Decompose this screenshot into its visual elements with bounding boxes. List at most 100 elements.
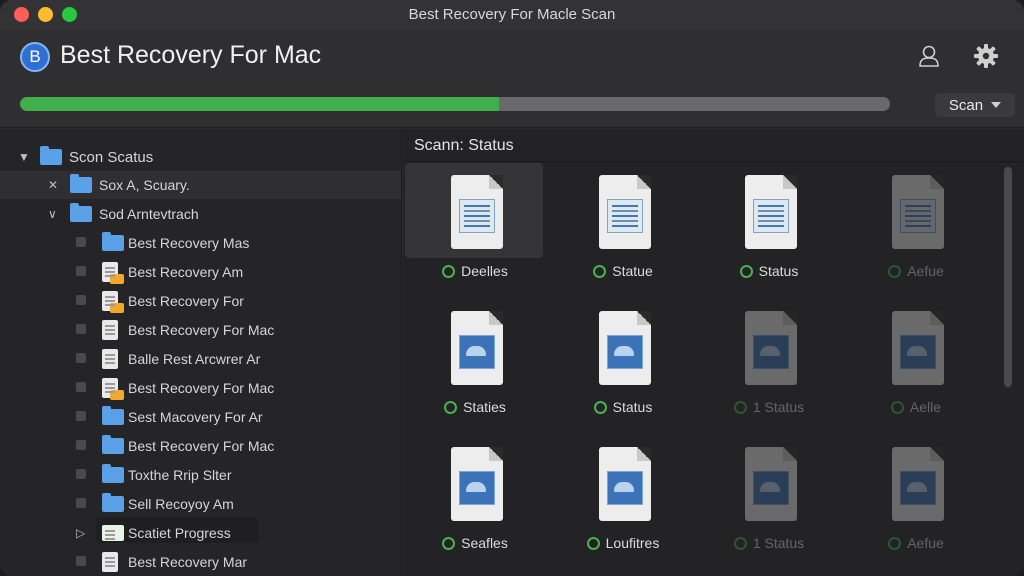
scan-dropdown-button[interactable]: Scan: [935, 93, 1015, 117]
disclosure-triangle-icon[interactable]: ∨: [48, 207, 57, 221]
tree-bullet-icon: [76, 410, 86, 424]
sidebar-item-label: Best Recovery For Mac: [128, 380, 275, 396]
tree-bullet-icon: [76, 555, 86, 569]
results-scrollbar[interactable]: [1004, 167, 1012, 387]
file-tile[interactable]: 1 Status: [699, 299, 839, 429]
file-tile[interactable]: Statue: [553, 163, 693, 293]
gear-icon[interactable]: [973, 43, 999, 69]
tree-bullet-icon: [76, 265, 86, 279]
file-tile-label: Staties: [463, 399, 506, 415]
tree-bullet-icon: [76, 236, 86, 250]
file-tile[interactable]: Seafles: [405, 435, 545, 565]
scan-progress-fill: [20, 97, 499, 111]
file-tile-label: Statue: [612, 263, 653, 279]
file-tile-label: Aelle: [909, 399, 942, 415]
document-file-icon: [745, 175, 797, 249]
tree-bullet-icon: [76, 381, 86, 395]
document-folder-icon: [102, 291, 124, 313]
tree-bullet-icon: [76, 439, 86, 453]
sidebar-item-label: Sod Arntevtrach: [99, 206, 199, 222]
file-tile[interactable]: Aefue: [846, 163, 986, 293]
tree-bullet-icon: [76, 294, 86, 308]
image-file-icon: [599, 311, 651, 385]
document-folder-icon: [102, 378, 124, 400]
file-tile-label: 1 Status: [752, 535, 805, 551]
results-pane: Scann: Status Deelles Statue Status Aefue St…: [403, 129, 1024, 576]
sidebar-item-label: Toxthe Rrip Slter: [128, 467, 232, 483]
sidebar-item[interactable]: Best Recovery For: [0, 287, 401, 315]
app-window: Best Recovery For Macle Scan B Best Reco…: [0, 0, 1024, 576]
status-check-icon: [739, 264, 753, 278]
status-check-icon: [586, 536, 600, 550]
disclosure-triangle-icon[interactable]: ✕: [48, 178, 58, 192]
file-tile[interactable]: Staties: [405, 299, 545, 429]
disclosure-triangle-icon[interactable]: ▷: [76, 526, 85, 540]
spreadsheet-icon: [102, 525, 124, 541]
file-tile-label: Loufitres: [605, 535, 660, 551]
sidebar-item-label: Scon Scatus: [69, 148, 154, 166]
sidebar-item-label: Best Recovery For Mac: [128, 438, 275, 454]
image-file-icon: [745, 447, 797, 521]
sidebar-item[interactable]: ✕ Sox A, Scuary.: [0, 171, 401, 199]
app-name: Best Recovery For Mac: [60, 41, 322, 69]
document-icon: [102, 349, 118, 369]
folder-icon: [102, 232, 124, 251]
title-bar: Best Recovery For Macle Scan: [0, 0, 1024, 30]
image-file-icon: [451, 447, 503, 521]
status-check-icon: [442, 264, 456, 278]
folder-icon: [102, 435, 124, 454]
status-check-icon: [442, 536, 456, 550]
sidebar-item[interactable]: Toxthe Rrip Slter: [0, 461, 401, 489]
status-check-icon: [733, 400, 747, 414]
folder-icon: [102, 493, 124, 512]
sidebar-item[interactable]: Best Recovery For Mac: [0, 316, 401, 344]
document-icon: [102, 320, 118, 340]
sidebar-item-label: Sox A, Scuary.: [99, 177, 190, 193]
file-tile-label: 1 Status: [752, 399, 805, 415]
sidebar-item[interactable]: ∨ Sod Arntevtrach: [0, 200, 401, 228]
sidebar-item[interactable]: Sell Recoyoy Am: [0, 490, 401, 518]
tree-bullet-icon: [76, 497, 86, 511]
file-tile-label: Status: [612, 399, 653, 415]
folder-icon: [102, 406, 124, 425]
sidebar-item-label: Best Recovery Mar: [128, 554, 248, 570]
file-tile[interactable]: Loufitres: [553, 435, 693, 565]
sidebar-item[interactable]: ▷ Scatiet Progress: [0, 519, 401, 547]
app-header: B Best Recovery For Mac Scan: [0, 30, 1024, 128]
image-file-icon: [892, 311, 944, 385]
sidebar-item[interactable]: Best Recovery Am: [0, 258, 401, 286]
app-logo-icon: B: [20, 42, 50, 72]
status-check-icon: [888, 536, 902, 550]
folder-icon: [102, 464, 124, 483]
file-tile[interactable]: Status: [699, 163, 839, 293]
image-file-icon: [892, 447, 944, 521]
sidebar-item-label: Sell Recoyoy Am: [128, 496, 234, 512]
document-file-icon: [892, 175, 944, 249]
scan-button-label: Scan: [948, 96, 984, 114]
file-tile[interactable]: Status: [553, 299, 693, 429]
file-tile[interactable]: Aefue: [846, 435, 986, 565]
file-tile[interactable]: Deelles: [405, 163, 545, 293]
sidebar-item[interactable]: Best Recovery For Mac: [0, 432, 401, 460]
file-tile[interactable]: Aelle: [846, 299, 986, 429]
sidebar-item[interactable]: Best Recovery For Mac: [0, 374, 401, 402]
sidebar-tree: ▼ Scon Scatus ✕ Sox A, Scuary. ∨ Sod Arntevtr…: [0, 129, 402, 576]
image-file-icon: [599, 447, 651, 521]
sidebar-item[interactable]: Best Recovery Mar: [0, 548, 401, 576]
tree-bullet-icon: [76, 323, 86, 337]
disclosure-triangle-icon[interactable]: ▼: [18, 150, 30, 164]
document-icon: [102, 552, 118, 572]
file-tile[interactable]: 1 Status: [699, 435, 839, 565]
sidebar-item[interactable]: Sest Macovery For Ar: [0, 403, 401, 431]
results-divider: [403, 161, 1024, 162]
document-file-icon: [599, 175, 651, 249]
tree-bullet-icon: [76, 352, 86, 366]
status-check-icon: [890, 400, 904, 414]
status-check-icon: [593, 264, 607, 278]
sidebar-item[interactable]: ▼ Scon Scatus: [0, 143, 401, 171]
file-tile-label: Aefue: [907, 263, 944, 279]
sidebar-item[interactable]: Best Recovery Mas: [0, 229, 401, 257]
document-folder-icon: [102, 262, 124, 284]
sidebar-item[interactable]: Balle Rest Arcwrer Ar: [0, 345, 401, 373]
user-account-icon[interactable]: [916, 43, 942, 69]
